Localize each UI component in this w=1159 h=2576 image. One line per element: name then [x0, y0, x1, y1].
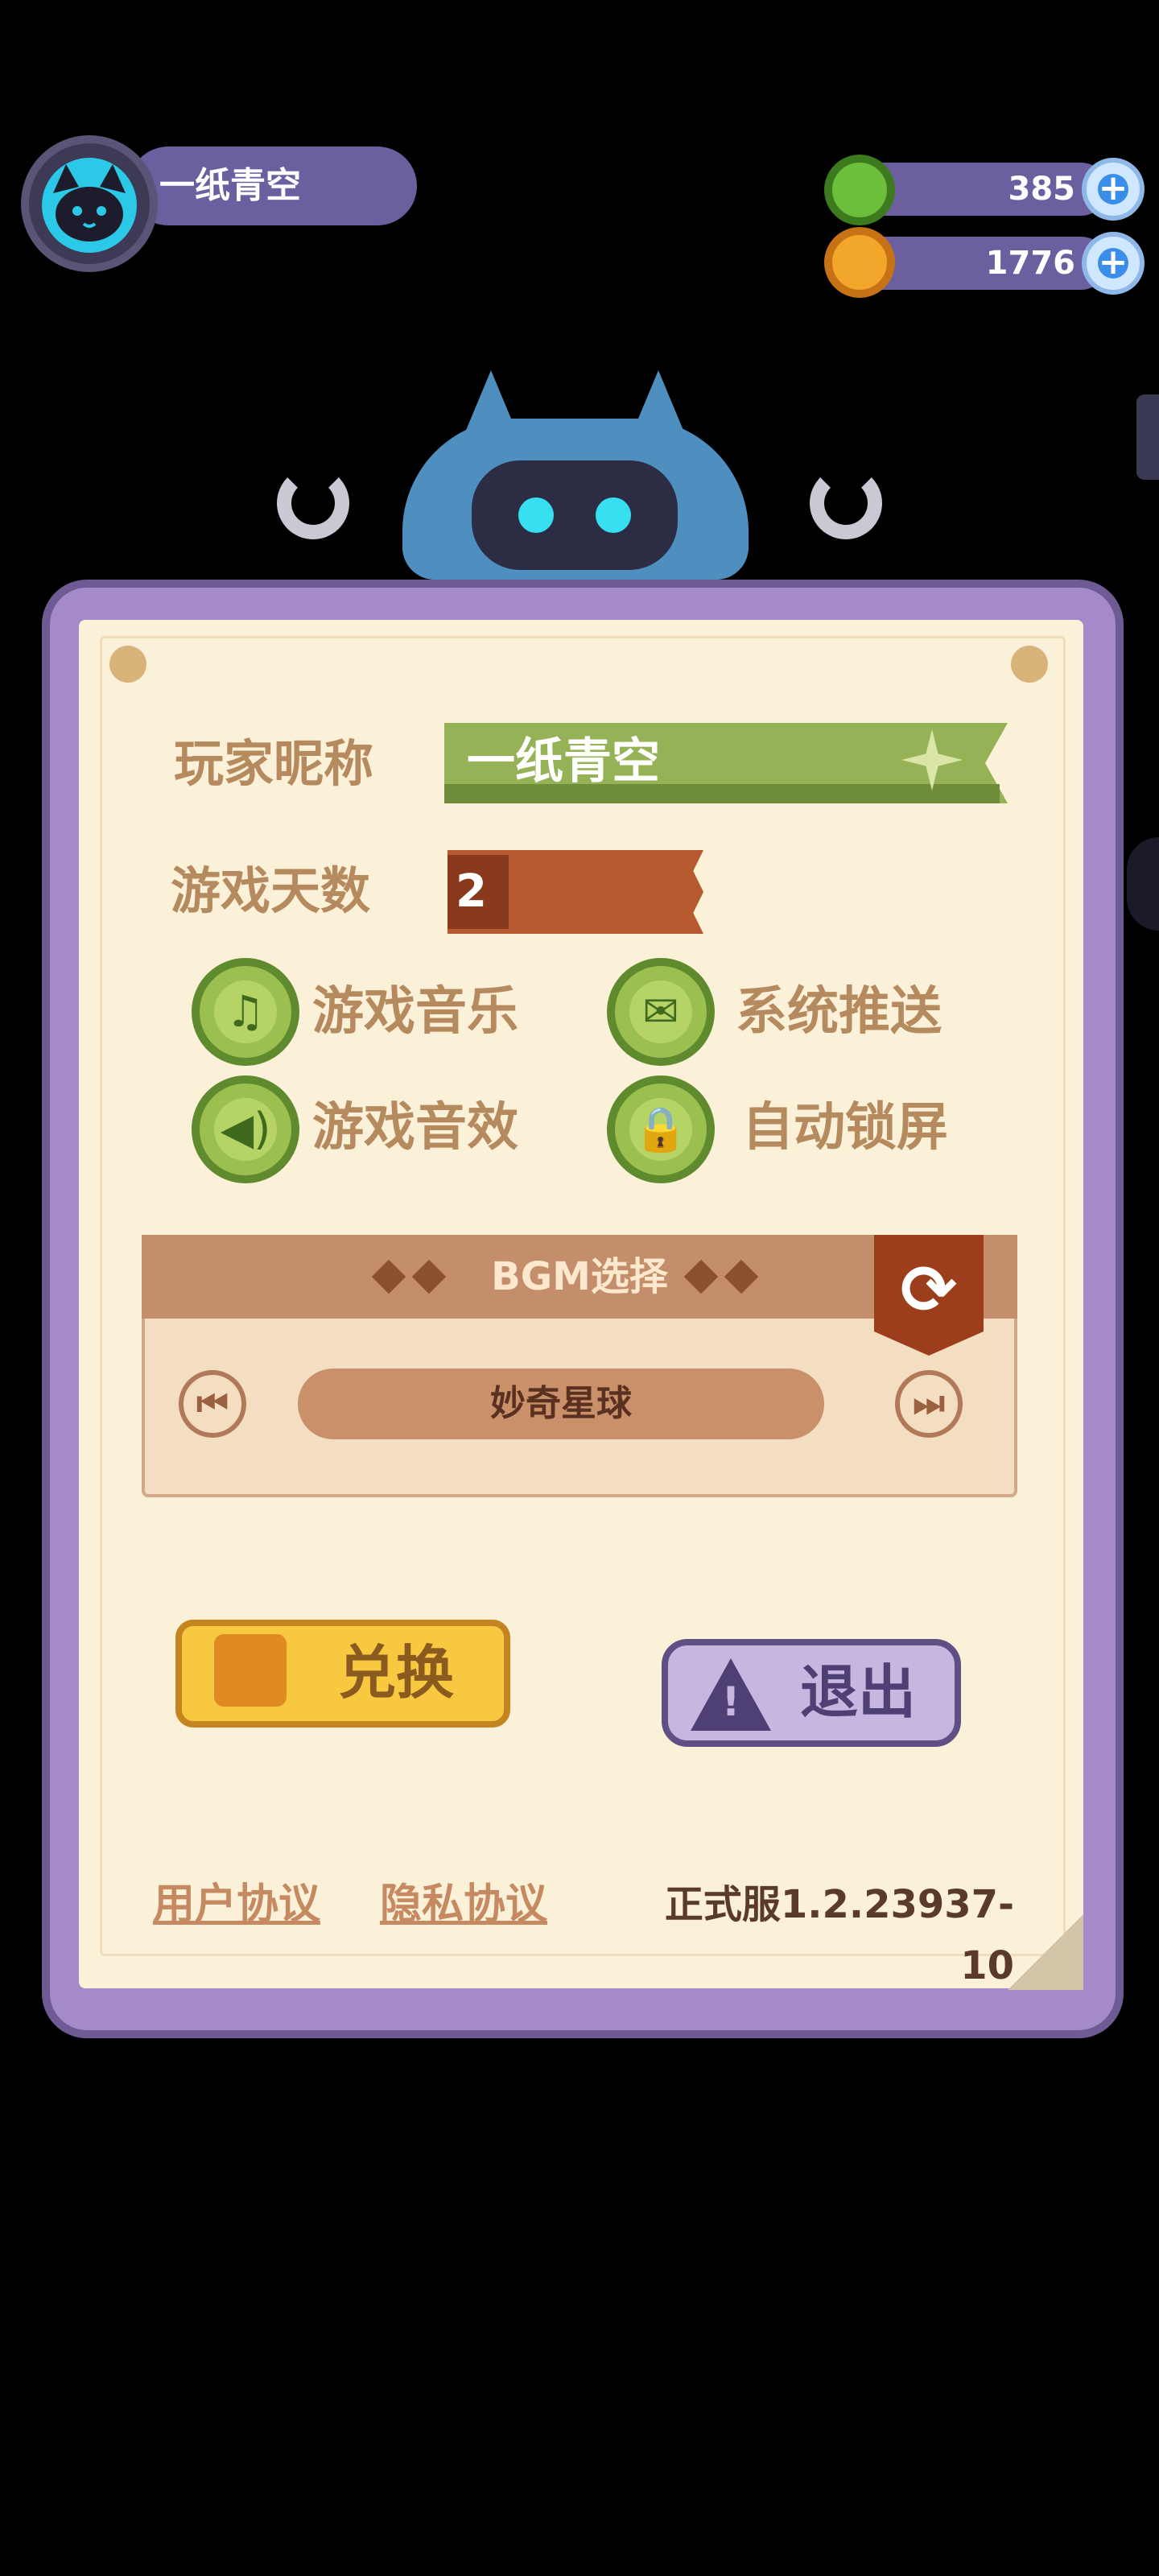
currency-donut-value: 385	[1008, 171, 1076, 208]
donut-coin-icon	[824, 155, 895, 225]
add-donut-button[interactable]	[1082, 158, 1145, 221]
profile-name: 一纸青空	[159, 165, 301, 206]
robot-arm-right	[810, 467, 882, 539]
currency-planet-value: 1776	[985, 245, 1075, 282]
robot-arm-left	[277, 467, 349, 539]
previous-track-button[interactable]: ⏮	[179, 1370, 246, 1438]
gift-icon	[214, 1634, 287, 1707]
exit-button-label: 退出	[799, 1658, 916, 1726]
loop-one-icon: ⟳	[900, 1250, 958, 1329]
robot-eye-right	[596, 497, 631, 533]
lock-icon: 🔒	[633, 1104, 688, 1154]
warning-icon-mark: !	[721, 1678, 740, 1725]
redeem-button-label: 兑换	[337, 1639, 454, 1707]
push-toggle-label: 系统推送	[736, 982, 942, 1042]
robot-face-screen	[472, 460, 678, 570]
music-toggle-label: 游戏音乐	[312, 982, 518, 1042]
paper-corner-fold	[1008, 1914, 1083, 1990]
side-ring-right	[1127, 837, 1159, 931]
days-label: 游戏天数	[171, 861, 371, 920]
pin-top-left	[109, 646, 146, 683]
envelope-icon: ✉	[642, 986, 679, 1037]
robot-eye-left	[518, 497, 554, 533]
nickname-label: 玩家昵称	[174, 734, 374, 793]
side-tab-right[interactable]	[1136, 394, 1159, 480]
lock-toggle-label: 自动锁屏	[742, 1098, 948, 1158]
bgm-track-name: 妙奇星球	[490, 1383, 632, 1424]
sfx-toggle-label: 游戏音效	[312, 1098, 518, 1158]
screen: 一纸青空 385 1776 玩家昵称 一纸青空 游戏天数 2	[0, 0, 1159, 2576]
add-planet-button[interactable]	[1082, 232, 1145, 295]
next-track-button[interactable]: ⏭	[895, 1370, 963, 1438]
planet-coin-icon	[824, 227, 895, 298]
pin-top-right	[1011, 646, 1048, 683]
privacy-agreement-link[interactable]: 隐私协议	[380, 1874, 547, 1935]
music-note-icon: ♫	[225, 986, 266, 1037]
version-text: 正式服1.2.23937-10	[664, 1882, 1014, 1988]
nickname-value: 一纸青空	[467, 733, 660, 790]
days-value: 2	[456, 865, 487, 918]
cat-avatar-icon	[42, 158, 137, 253]
user-agreement-link[interactable]: 用户协议	[153, 1874, 320, 1935]
speaker-icon: ◀)	[220, 1104, 271, 1154]
